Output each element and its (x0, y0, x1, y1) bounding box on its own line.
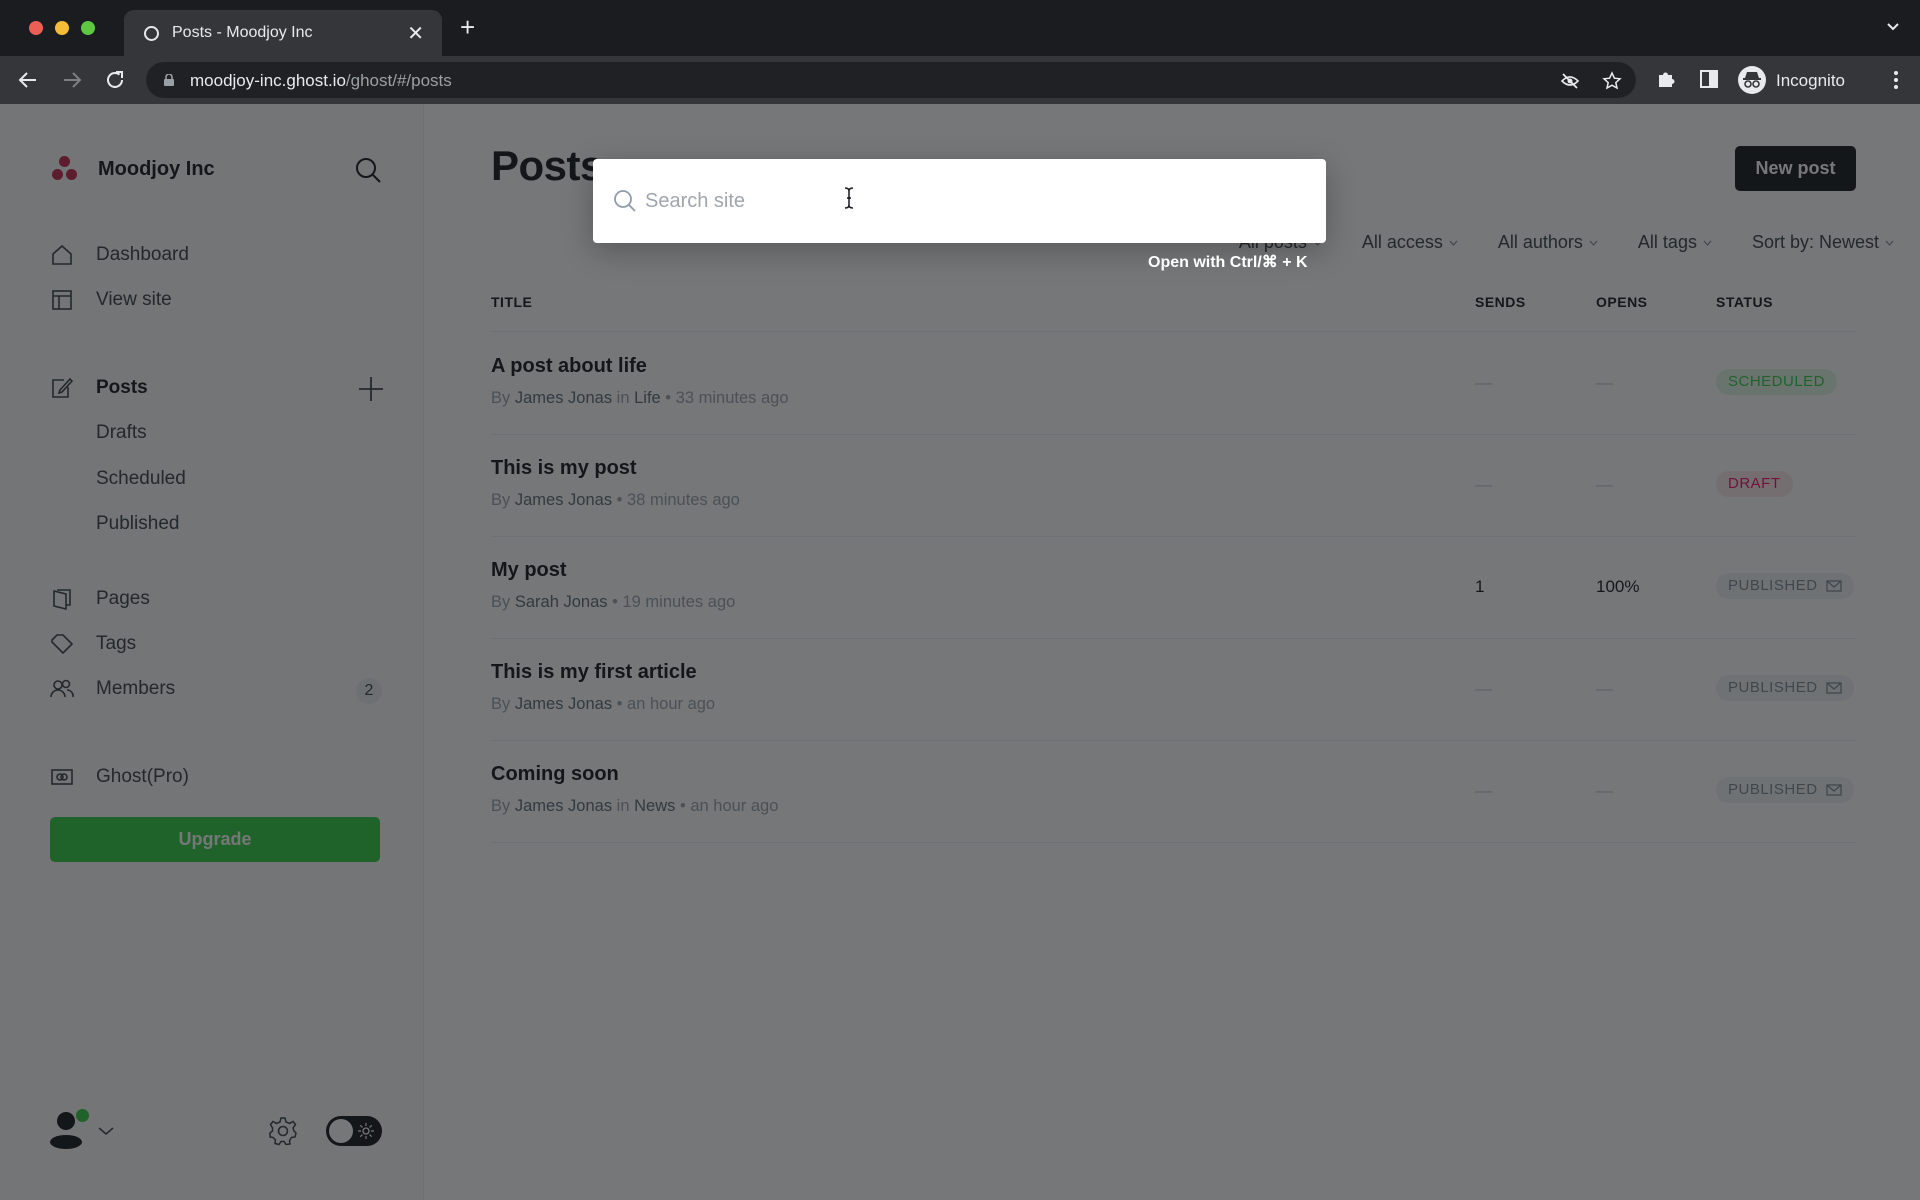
tab-search-chevron-icon[interactable] (1886, 20, 1900, 34)
incognito-icon (1738, 66, 1766, 94)
eye-off-icon[interactable] (1560, 71, 1580, 91)
keyboard-shortcut-hint: Open with Ctrl/⌘ + K (1148, 254, 1308, 271)
side-panel-icon[interactable] (1698, 68, 1720, 90)
modal-backdrop[interactable] (0, 104, 1920, 1200)
back-arrow-icon[interactable] (16, 68, 40, 92)
extensions-puzzle-icon[interactable] (1655, 68, 1677, 90)
incognito-profile-button[interactable]: Incognito (1736, 62, 1886, 98)
incognito-label: Incognito (1776, 71, 1845, 90)
browser-chrome: Posts - Moodjoy Inc ✕ + moodjoy-inc.ghos… (0, 0, 1920, 104)
new-tab-button[interactable]: + (460, 14, 475, 40)
text-cursor-icon (844, 187, 854, 209)
search-site-input[interactable] (645, 179, 1305, 223)
close-window-button[interactable] (29, 21, 43, 35)
reload-icon[interactable] (103, 68, 127, 92)
minimize-window-button[interactable] (55, 21, 69, 35)
tab-favicon-icon (144, 26, 159, 41)
lock-icon (164, 74, 174, 86)
tab-title: Posts - Moodjoy Inc (172, 24, 313, 41)
address-bar[interactable]: moodjoy-inc.ghost.io/ghost/#/posts (146, 62, 1636, 98)
browser-menu-icon[interactable] (1894, 70, 1898, 90)
url-text: moodjoy-inc.ghost.io/ghost/#/posts (190, 71, 452, 91)
url-path: /ghost/#/posts (345, 71, 452, 90)
maximize-window-button[interactable] (81, 21, 95, 35)
browser-toolbar: moodjoy-inc.ghost.io/ghost/#/posts Incog… (0, 56, 1920, 104)
bookmark-star-icon[interactable] (1602, 71, 1622, 91)
tab-strip: Posts - Moodjoy Inc ✕ + (0, 0, 1920, 56)
forward-arrow-icon[interactable] (60, 68, 84, 92)
url-host: moodjoy-inc.ghost.io (190, 71, 346, 90)
browser-tab-active[interactable]: Posts - Moodjoy Inc ✕ (124, 10, 442, 56)
tab-close-icon[interactable]: ✕ (407, 21, 424, 46)
search-icon (614, 190, 636, 212)
search-modal (593, 159, 1326, 243)
